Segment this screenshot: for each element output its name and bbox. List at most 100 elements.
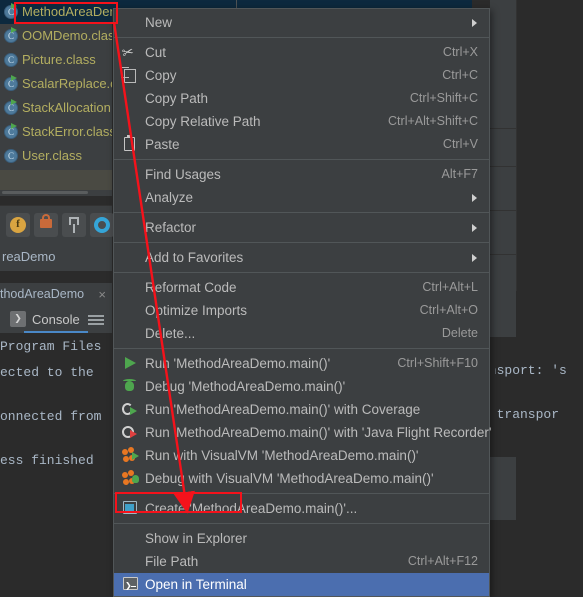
visualvm-debug-icon [122, 470, 139, 487]
right-gutter-mid [490, 291, 516, 337]
menu-item-run[interactable]: Run 'MethodAreaDemo.main()' Ctrl+Shift+F… [114, 352, 489, 375]
menu-item-open-in-terminal[interactable]: Open in Terminal [114, 573, 489, 597]
menu-item-debug-with-visualvm[interactable]: Debug with VisualVM 'MethodAreaDemo.main… [114, 467, 489, 490]
console-line: ess finished [0, 453, 94, 468]
menu-item-accelerator: Ctrl+V [442, 137, 478, 151]
menu-item-label: File Path [145, 554, 199, 569]
menu-item-reformat-code[interactable]: Reformat Code Ctrl+Alt+L [114, 276, 489, 299]
runnable-marker-icon [11, 27, 17, 33]
menu-item-optimize-imports[interactable]: Optimize Imports Ctrl+Alt+O [114, 299, 489, 322]
menu-separator [114, 493, 489, 494]
menu-item-delete[interactable]: Delete... Delete [114, 322, 489, 345]
menu-item-label: Run 'MethodAreaDemo.main()' with Coverag… [145, 402, 421, 417]
lock-button[interactable] [34, 213, 58, 237]
menu-item-label: Delete... [145, 326, 196, 341]
menu-item-accelerator: Ctrl+Shift+C [409, 91, 478, 105]
right-gutter-bottom [490, 457, 516, 520]
file-label-row: reaDemo [0, 245, 112, 271]
tree-item-class[interactable]: Picture.class [0, 48, 112, 72]
runnable-marker-icon [11, 99, 17, 105]
menu-item-analyze[interactable]: Analyze [114, 186, 489, 209]
menu-separator [114, 272, 489, 273]
menu-item-accelerator: Ctrl+Shift+F10 [397, 356, 478, 370]
runnable-marker-icon [11, 123, 17, 129]
favorites-button[interactable] [6, 213, 30, 237]
tree-item-label: Picture.class [22, 52, 96, 67]
tree-item-label: MethodAreaDemo [22, 4, 112, 19]
menu-item-run-with-visualvm[interactable]: Run with VisualVM 'MethodAreaDemo.main()… [114, 444, 489, 467]
menu-item-copy-relative-path[interactable]: Copy Relative Path Ctrl+Alt+Shift+C [114, 110, 489, 133]
java-class-icon [4, 149, 18, 163]
menu-item-accelerator: Ctrl+Alt+Shift+C [388, 114, 478, 128]
menu-item-label: Analyze [145, 190, 194, 205]
menu-item-copy-path[interactable]: Copy Path Ctrl+Shift+C [114, 87, 489, 110]
console-output-left: Program Files ected to the onnected from… [0, 337, 112, 520]
tree-item-class[interactable]: ScalarReplace.cl [0, 72, 112, 96]
create-config-icon [123, 501, 137, 514]
menu-item-run-with-coverage[interactable]: Run 'MethodAreaDemo.main()' with Coverag… [114, 398, 489, 421]
console-tab-underline [24, 331, 88, 333]
menu-item-label: Debug with VisualVM 'MethodAreaDemo.main… [145, 471, 434, 486]
menu-item-copy[interactable]: Copy Ctrl+C [114, 64, 489, 87]
coverage-icon [122, 401, 139, 418]
menu-item-label: Show in Explorer [145, 531, 248, 546]
menu-separator [114, 159, 489, 160]
menu-item-label: Debug 'MethodAreaDemo.main()' [145, 379, 346, 394]
tree-item-class[interactable]: StackAllocation. [0, 96, 112, 120]
menu-item-accelerator: Ctrl+Alt+O [419, 303, 478, 317]
hamburger-icon[interactable] [88, 315, 104, 325]
menu-item-cut[interactable]: Cut Ctrl+X [114, 41, 489, 64]
chevron-right-icon [472, 194, 477, 202]
menu-item-label: Copy Path [145, 91, 209, 106]
tree-item-class[interactable]: User.class [0, 144, 112, 168]
lock-icon [40, 214, 52, 228]
menu-item-new[interactable]: New [114, 11, 489, 34]
menu-item-find-usages[interactable]: Find Usages Alt+F7 [114, 163, 489, 186]
tree-item-class[interactable]: OOMDemo.class [0, 24, 112, 48]
console-run-icon[interactable] [10, 310, 26, 327]
tool-window-button-bar[interactable] [0, 205, 114, 246]
tree-item-class[interactable]: MethodAreaDemo [0, 0, 112, 24]
visualvm-run-icon [122, 447, 139, 464]
tree-item-label: User.class [22, 148, 82, 163]
favorites-icon [10, 216, 26, 233]
menu-item-refactor[interactable]: Refactor [114, 216, 489, 239]
runnable-marker-icon [11, 75, 17, 81]
debug-icon [123, 378, 140, 395]
menu-item-label: Run with VisualVM 'MethodAreaDemo.main()… [145, 448, 419, 463]
close-icon[interactable]: × [98, 287, 106, 302]
menu-item-accelerator: Ctrl+X [442, 45, 478, 59]
tree-scrollbar[interactable] [0, 190, 112, 195]
branch-button[interactable] [62, 213, 86, 237]
menu-item-label: Create 'MethodAreaDemo.main()'... [145, 501, 358, 516]
java-class-icon [4, 53, 18, 67]
tree-item-class[interactable]: StackError.class [0, 120, 112, 144]
console-line: ected to the [0, 365, 94, 380]
chevron-right-icon [472, 224, 477, 232]
console-tab-bar[interactable]: Console [0, 307, 112, 333]
menu-separator [114, 348, 489, 349]
tree-item-label: ScalarReplace.cl [22, 76, 112, 91]
copy-icon [121, 67, 136, 83]
tree-item-label: StackAllocation. [22, 100, 112, 115]
project-tree-panel[interactable]: MethodAreaDemo OOMDemo.class Picture.cla… [0, 0, 112, 196]
menu-item-debug[interactable]: Debug 'MethodAreaDemo.main()' [114, 375, 489, 398]
menu-item-label: Refactor [145, 220, 197, 235]
editor-tab-label: thodAreaDemo [0, 287, 85, 301]
tree-item-label: StackError.class [22, 124, 112, 139]
menu-item-show-in-explorer[interactable]: Show in Explorer [114, 527, 489, 550]
menu-item-create-configuration[interactable]: Create 'MethodAreaDemo.main()'... [114, 497, 489, 520]
circle-button[interactable] [90, 213, 114, 237]
menu-item-add-to-favorites[interactable]: Add to Favorites [114, 246, 489, 269]
editor-tab[interactable]: thodAreaDemo × [0, 283, 112, 308]
console-tab-label: Console [32, 312, 80, 327]
menu-separator [114, 242, 489, 243]
menu-item-label: Run 'MethodAreaDemo.main()' [145, 356, 331, 371]
tree-item-label: OOMDemo.class [22, 28, 112, 43]
menu-item-run-with-jfr[interactable]: Run 'MethodAreaDemo.main()' with 'Java F… [114, 421, 491, 444]
console-line: Program Files [0, 339, 102, 354]
menu-item-label: Reformat Code [145, 280, 237, 295]
context-menu[interactable]: New Cut Ctrl+X Copy Ctrl+C Copy Path Ctr… [113, 8, 491, 597]
menu-item-file-path[interactable]: File Path Ctrl+Alt+F12 [114, 550, 489, 573]
menu-item-paste[interactable]: Paste Ctrl+V [114, 133, 489, 156]
